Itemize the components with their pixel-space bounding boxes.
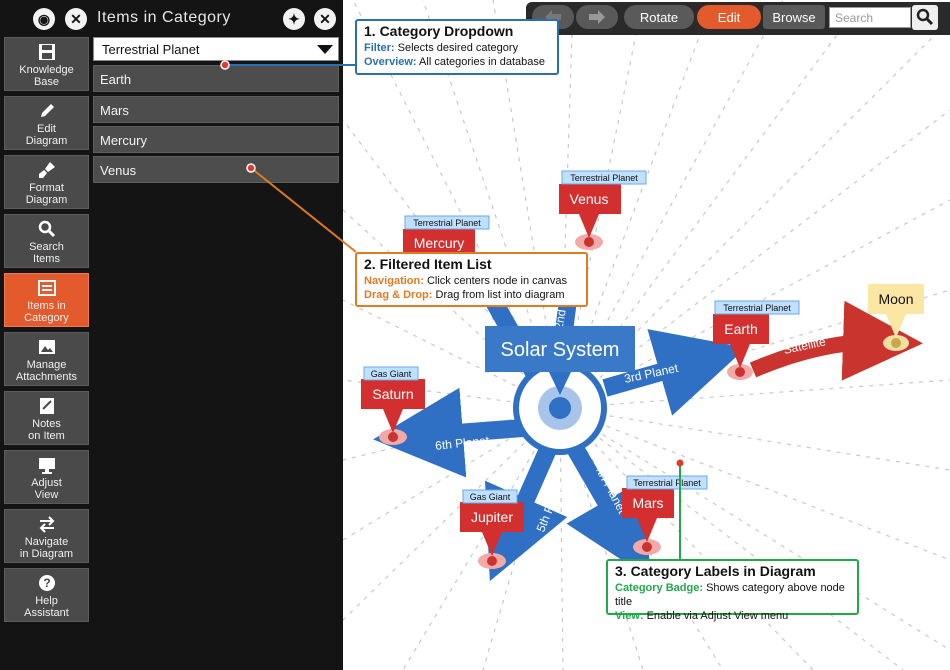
paintbrush-icon: [38, 162, 55, 178]
nav-notes-on-item[interactable]: Notes on Item: [4, 391, 89, 445]
svg-text:?: ?: [43, 576, 50, 590]
edit-button[interactable]: Edit: [697, 5, 761, 29]
nav-items-in-category[interactable]: Items in Category: [4, 273, 89, 327]
magnifier-icon: [38, 220, 55, 238]
nav-label: Diagram: [25, 135, 68, 147]
nav-label: Category: [24, 312, 69, 324]
pin-icon[interactable]: ✦: [283, 8, 305, 30]
swap-arrows-icon: [39, 516, 54, 533]
category-badge: Terrestrial Planet: [633, 478, 701, 488]
node-mars[interactable]: Mars Terrestrial Planet: [622, 475, 708, 555]
nav-help-assistant[interactable]: ? Help Assistant: [4, 568, 89, 622]
close-panel-icon[interactable]: ✕: [65, 8, 87, 30]
search-icon: [916, 8, 934, 26]
browse-button[interactable]: Browse: [763, 5, 825, 29]
nav-label: Diagram: [25, 194, 68, 206]
callout-key: Overview:: [364, 56, 417, 68]
panel-title: Items in Category: [97, 9, 231, 26]
close-icon[interactable]: ✕: [314, 8, 336, 30]
forward-button[interactable]: [576, 5, 618, 29]
category-badge: Gas Giant: [371, 369, 412, 379]
pencil-icon: [40, 104, 54, 117]
nav-label: on Item: [28, 430, 65, 442]
nav-label: Adjust: [31, 477, 62, 489]
node-title: Venus: [570, 191, 609, 207]
node-title: Mars: [632, 495, 663, 511]
callout-text: All categories in database: [419, 56, 546, 68]
list-item-mars[interactable]: Mars: [93, 96, 339, 123]
category-badge: Terrestrial Planet: [723, 303, 791, 313]
nav-label: Base: [33, 76, 60, 88]
callout-key: Filter:: [364, 42, 395, 54]
category-badge: Gas Giant: [470, 492, 511, 502]
nav-label: Navigate: [24, 536, 69, 548]
node-mercury[interactable]: Mercury Terrestrial Planet: [403, 215, 490, 254]
nav-label: Search: [29, 241, 64, 253]
nav-label: Assistant: [24, 607, 69, 619]
category-badge: Terrestrial Planet: [570, 173, 638, 183]
search-input[interactable]: Search: [829, 7, 911, 28]
list-item-venus[interactable]: Venus: [93, 156, 339, 183]
nav-label: Help: [35, 595, 58, 607]
nav-label: Notes: [32, 418, 61, 430]
app-window: ◉ ✕ Items in Category ✦ ✕ Knowledge Base…: [0, 0, 950, 670]
center-node-title: Solar System: [501, 339, 620, 361]
nav-label: Items in: [27, 300, 66, 312]
notes-icon: [39, 398, 54, 414]
nav-label: Attachments: [15, 371, 78, 383]
nav-search-items[interactable]: Search Items: [4, 214, 89, 268]
node-title: Jupiter: [471, 509, 513, 525]
image-icon: [38, 340, 55, 354]
callout-key: Navigation:: [364, 275, 424, 287]
callout-category-labels: 3. Category Labels in Diagram Category B…: [606, 559, 859, 622]
node-title: Mercury: [414, 235, 465, 251]
nav-adjust-view[interactable]: Adjust View: [4, 450, 89, 504]
callout-filtered-item-list: 2. Filtered Item List Navigation: Click …: [355, 252, 588, 307]
callout-title: 1. Category Dropdown: [364, 23, 514, 39]
node-jupiter[interactable]: Jupiter Gas Giant: [460, 489, 524, 569]
nav-label: Items: [33, 253, 60, 265]
node-saturn[interactable]: Saturn Gas Giant: [361, 366, 425, 445]
nav-label: Knowledge: [19, 64, 74, 76]
node-title: Moon: [878, 291, 913, 307]
monitor-icon: [38, 458, 55, 474]
help-icon: ?: [38, 575, 55, 591]
nav-label: in Diagram: [19, 548, 74, 560]
sidebar: ◉ ✕ Items in Category ✦ ✕ Knowledge Base…: [0, 0, 343, 670]
callout-title: 2. Filtered Item List: [364, 256, 492, 272]
callout-text: Selects desired category: [397, 42, 519, 54]
callout-text: Click centers node in canvas: [426, 275, 567, 287]
list-item-earth[interactable]: Earth: [93, 65, 339, 92]
category-dropdown-value: Terrestrial Planet: [102, 42, 200, 57]
node-venus[interactable]: Venus Terrestrial Planet: [559, 170, 647, 250]
callout-text: Enable via Adjust View menu: [646, 610, 789, 622]
list-item-mercury[interactable]: Mercury: [93, 126, 339, 153]
rotate-button[interactable]: Rotate: [624, 5, 694, 29]
target-icon[interactable]: ◉: [33, 8, 55, 30]
nav-label: Manage: [26, 359, 67, 371]
category-dropdown[interactable]: Terrestrial Planet: [93, 37, 339, 61]
nav-label: Format: [29, 182, 64, 194]
callout-category-dropdown: 1. Category Dropdown Filter: Selects des…: [355, 19, 559, 75]
save-icon: [38, 44, 55, 60]
arrow-right-icon: [589, 10, 605, 24]
callout-key: View:: [615, 610, 644, 622]
nav-label: View: [34, 489, 59, 501]
nav-knowledge-base[interactable]: Knowledge Base: [4, 37, 89, 91]
nav-edit-diagram[interactable]: Edit Diagram: [4, 96, 89, 150]
nav-format-diagram[interactable]: Format Diagram: [4, 155, 89, 209]
chevron-down-icon[interactable]: [317, 45, 333, 54]
nav-navigate-in-diagram[interactable]: Navigate in Diagram: [4, 509, 89, 563]
category-badge: Terrestrial Planet: [413, 218, 481, 228]
nav-manage-attachments[interactable]: Manage Attachments: [4, 332, 89, 386]
callout-title: 3. Category Labels in Diagram: [615, 563, 816, 579]
callout-key: Drag & Drop:: [364, 289, 433, 301]
search-button[interactable]: [912, 5, 938, 30]
node-title: Earth: [724, 321, 757, 337]
callout-key: Category Badge:: [615, 582, 704, 594]
node-title: Saturn: [372, 386, 413, 402]
callout-text: Drag from list into diagram: [435, 289, 565, 301]
nav-label: Edit: [37, 123, 56, 135]
list-icon: [37, 280, 56, 296]
